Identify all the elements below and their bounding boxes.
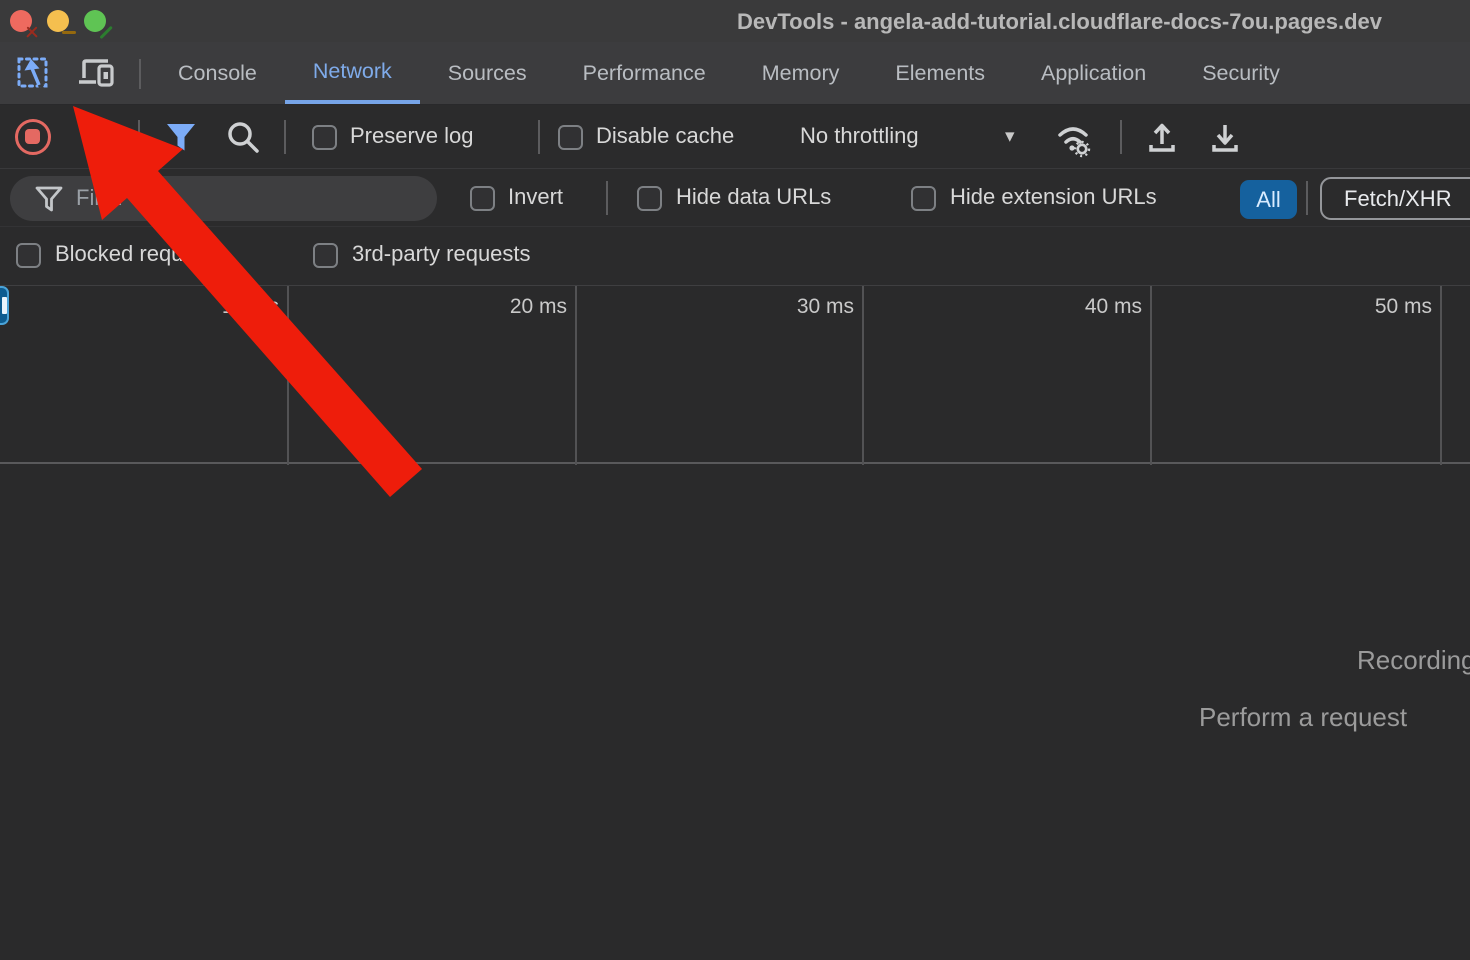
blocked-requests-checkbox[interactable] bbox=[16, 243, 41, 268]
filter-divider bbox=[606, 181, 608, 215]
toolbar-divider bbox=[139, 59, 141, 89]
network-toolbar: Preserve log Disable cache No throttling… bbox=[0, 105, 1470, 169]
hide-data-urls-label[interactable]: Hide data URLs bbox=[676, 184, 831, 210]
disable-cache-checkbox[interactable] bbox=[558, 125, 583, 150]
panel-tabs: Console Network Sources Performance Memo… bbox=[150, 42, 1308, 105]
devtools-tab-bar: Console Network Sources Performance Memo… bbox=[0, 42, 1470, 105]
minimize-window-button[interactable] bbox=[47, 10, 69, 32]
toolbar-divider bbox=[538, 120, 540, 154]
window-title: DevTools - angela-add-tutorial.cloudflar… bbox=[737, 0, 1382, 42]
request-filters-row: Blocked requests 3rd-party requests bbox=[0, 227, 1470, 285]
tab-console[interactable]: Console bbox=[150, 42, 285, 104]
clear-network-log-button[interactable] bbox=[82, 122, 112, 152]
toolbar-divider bbox=[1120, 120, 1122, 154]
tab-performance[interactable]: Performance bbox=[555, 42, 734, 104]
network-overview-timeline[interactable]: 10 ms 20 ms 30 ms 40 ms 50 ms bbox=[0, 285, 1470, 464]
filter-input-container bbox=[10, 176, 437, 221]
timeline-tick-label: 20 ms bbox=[477, 295, 567, 319]
invert-checkbox[interactable] bbox=[470, 186, 495, 211]
filter-input[interactable] bbox=[76, 180, 416, 216]
timeline-tick-label: 10 ms bbox=[189, 295, 279, 319]
preserve-log-checkbox[interactable] bbox=[312, 125, 337, 150]
timeline-gridline bbox=[1150, 286, 1152, 465]
search-icon[interactable] bbox=[224, 119, 262, 157]
filter-funnel-icon bbox=[34, 185, 64, 213]
hide-data-urls-checkbox[interactable] bbox=[637, 186, 662, 211]
network-conditions-icon[interactable] bbox=[1052, 119, 1098, 159]
request-type-fetch-xhr-button[interactable]: Fetch/XHR bbox=[1320, 177, 1470, 220]
toolbar-divider bbox=[284, 120, 286, 154]
network-filter-row: Invert Hide data URLs Hide extension URL… bbox=[0, 169, 1470, 227]
third-party-requests-label[interactable]: 3rd-party requests bbox=[352, 241, 531, 267]
import-har-icon[interactable] bbox=[1143, 119, 1181, 157]
inspect-element-icon[interactable] bbox=[15, 55, 53, 93]
close-window-button[interactable] bbox=[10, 10, 32, 32]
filter-divider bbox=[1306, 181, 1308, 215]
zoom-window-button[interactable] bbox=[84, 10, 106, 32]
timeline-gridline bbox=[862, 286, 864, 465]
request-type-all-button[interactable]: All bbox=[1240, 180, 1297, 219]
device-toolbar-icon[interactable] bbox=[76, 56, 118, 92]
third-party-requests-checkbox[interactable] bbox=[313, 243, 338, 268]
stop-recording-button[interactable] bbox=[15, 119, 51, 155]
timeline-gridline bbox=[1440, 286, 1442, 465]
tab-network[interactable]: Network bbox=[285, 42, 420, 104]
hide-extension-urls-checkbox[interactable] bbox=[911, 186, 936, 211]
blocked-requests-label[interactable]: Blocked requests bbox=[55, 241, 224, 267]
empty-state-line2: Perform a request bbox=[1199, 702, 1407, 733]
tab-elements[interactable]: Elements bbox=[867, 42, 1013, 104]
tab-security[interactable]: Security bbox=[1174, 42, 1308, 104]
throttling-caret-icon[interactable]: ▾ bbox=[1005, 125, 1015, 148]
tab-memory[interactable]: Memory bbox=[734, 42, 868, 104]
requests-empty-panel: Recording network activity… Perform a re… bbox=[0, 466, 1470, 960]
throttling-select[interactable]: No throttling bbox=[800, 123, 919, 149]
hide-extension-urls-label[interactable]: Hide extension URLs bbox=[950, 184, 1157, 210]
empty-state-line1: Recording network activity… bbox=[1357, 645, 1470, 676]
tab-sources[interactable]: Sources bbox=[420, 42, 555, 104]
timeline-tick-label: 40 ms bbox=[1052, 295, 1142, 319]
title-bar: DevTools - angela-add-tutorial.cloudflar… bbox=[0, 0, 1470, 42]
timeline-tick-label: 50 ms bbox=[1342, 295, 1432, 319]
edge-clipped-widget[interactable] bbox=[0, 286, 9, 325]
export-har-icon[interactable] bbox=[1206, 119, 1244, 157]
timeline-gridline bbox=[287, 286, 289, 465]
tab-application[interactable]: Application bbox=[1013, 42, 1174, 104]
devtools-window: DevTools - angela-add-tutorial.cloudflar… bbox=[0, 0, 1470, 960]
filter-toggle-icon[interactable] bbox=[163, 120, 199, 154]
invert-label[interactable]: Invert bbox=[508, 184, 563, 210]
timeline-tick-label: 30 ms bbox=[764, 295, 854, 319]
timeline-gridline bbox=[575, 286, 577, 465]
disable-cache-label[interactable]: Disable cache bbox=[596, 123, 734, 149]
toolbar-divider bbox=[138, 120, 140, 154]
preserve-log-label[interactable]: Preserve log bbox=[350, 123, 474, 149]
